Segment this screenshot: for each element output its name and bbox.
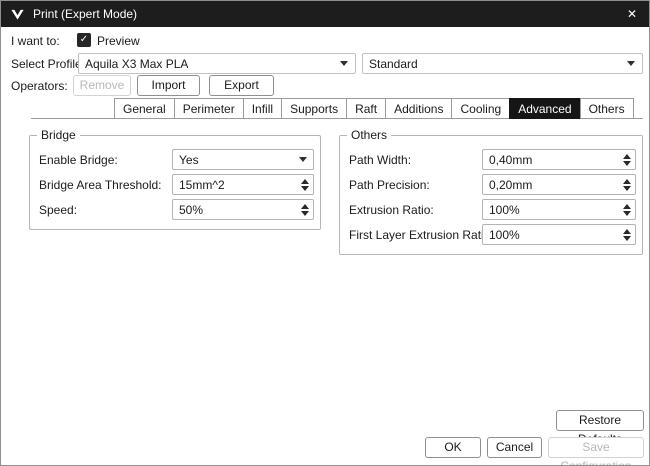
tab-raft[interactable]: Raft: [346, 98, 386, 119]
bridge-group: Bridge Enable Bridge: Yes Bridge Area Th…: [29, 135, 321, 230]
others-group: Others Path Width: 0,40mm Path Precision…: [339, 135, 643, 255]
path-precision-spinner[interactable]: 0,20mm: [482, 174, 636, 195]
profile-dropdown[interactable]: Aquila X3 Max PLA: [78, 53, 356, 74]
path-width-label: Path Width:: [349, 153, 411, 167]
titlebar: Print (Expert Mode) ✕: [1, 1, 649, 27]
bridge-area-threshold-label: Bridge Area Threshold:: [39, 178, 162, 192]
import-button[interactable]: Import: [137, 75, 200, 96]
spin-down-icon[interactable]: [623, 186, 631, 191]
close-icon[interactable]: ✕: [615, 1, 649, 27]
spinner-buttons[interactable]: [619, 200, 635, 219]
extrusion-ratio-spinner[interactable]: 100%: [482, 199, 636, 220]
spinner-buttons[interactable]: [619, 225, 635, 244]
bridge-area-threshold-spinner[interactable]: 15mm^2: [172, 174, 314, 195]
material-dropdown[interactable]: Standard: [362, 53, 643, 74]
cancel-button[interactable]: Cancel: [487, 437, 542, 458]
path-precision-value: 0,20mm: [483, 178, 619, 192]
print-expert-mode-dialog: Print (Expert Mode) ✕ I want to: Preview…: [0, 0, 650, 466]
tab-general[interactable]: General: [114, 98, 175, 119]
settings-tabbar: General Perimeter Infill Supports Raft A…: [114, 98, 634, 119]
window-title: Print (Expert Mode): [33, 7, 137, 21]
tab-advanced[interactable]: Advanced: [509, 98, 580, 119]
spin-down-icon[interactable]: [301, 186, 309, 191]
spin-up-icon[interactable]: [623, 179, 631, 184]
spin-up-icon[interactable]: [301, 179, 309, 184]
enable-bridge-dropdown[interactable]: Yes: [172, 149, 314, 170]
others-group-title: Others: [347, 128, 391, 142]
tab-perimeter[interactable]: Perimeter: [174, 98, 244, 119]
tab-others[interactable]: Others: [580, 98, 634, 119]
save-configuration-button[interactable]: Save Configuration: [548, 437, 644, 458]
select-profile-label: Select Profile:: [11, 57, 85, 71]
bridge-group-title: Bridge: [37, 128, 80, 142]
first-layer-extrusion-ratio-label: First Layer Extrusion Ratio:: [349, 228, 494, 242]
first-layer-extrusion-ratio-value: 100%: [483, 228, 619, 242]
preview-checkbox[interactable]: [77, 33, 91, 47]
spin-up-icon[interactable]: [623, 204, 631, 209]
spin-down-icon[interactable]: [623, 236, 631, 241]
tab-infill[interactable]: Infill: [243, 98, 282, 119]
profile-value: Aquila X3 Max PLA: [85, 57, 188, 71]
path-precision-label: Path Precision:: [349, 178, 430, 192]
spinner-buttons[interactable]: [297, 175, 313, 194]
chevron-down-icon: [340, 61, 348, 66]
speed-label: Speed:: [39, 203, 77, 217]
path-width-spinner[interactable]: 0,40mm: [482, 149, 636, 170]
export-button[interactable]: Export: [209, 75, 274, 96]
spin-up-icon[interactable]: [301, 204, 309, 209]
tab-supports[interactable]: Supports: [281, 98, 347, 119]
operators-label: Operators:: [11, 79, 68, 93]
spinner-buttons[interactable]: [619, 175, 635, 194]
app-logo-icon: [10, 7, 25, 22]
spin-down-icon[interactable]: [301, 211, 309, 216]
ok-button[interactable]: OK: [425, 437, 481, 458]
spin-down-icon[interactable]: [623, 161, 631, 166]
spin-up-icon[interactable]: [623, 229, 631, 234]
chevron-down-icon: [299, 157, 307, 162]
chevron-down-icon: [627, 61, 635, 66]
enable-bridge-value: Yes: [173, 153, 299, 167]
bridge-area-threshold-value: 15mm^2: [173, 178, 297, 192]
extrusion-ratio-label: Extrusion Ratio:: [349, 203, 434, 217]
enable-bridge-label: Enable Bridge:: [39, 153, 118, 167]
speed-value: 50%: [173, 203, 297, 217]
spinner-buttons[interactable]: [297, 200, 313, 219]
restore-defaults-button[interactable]: Restore Defaults: [556, 410, 644, 431]
remove-button[interactable]: Remove: [73, 75, 131, 96]
tab-cooling[interactable]: Cooling: [451, 98, 510, 119]
speed-spinner[interactable]: 50%: [172, 199, 314, 220]
spin-up-icon[interactable]: [623, 154, 631, 159]
preview-label: Preview: [97, 34, 140, 48]
i-want-to-label: I want to:: [11, 34, 60, 48]
spin-down-icon[interactable]: [623, 211, 631, 216]
material-value: Standard: [369, 57, 418, 71]
first-layer-extrusion-ratio-spinner[interactable]: 100%: [482, 224, 636, 245]
tab-additions[interactable]: Additions: [385, 98, 452, 119]
spinner-buttons[interactable]: [619, 150, 635, 169]
path-width-value: 0,40mm: [483, 153, 619, 167]
extrusion-ratio-value: 100%: [483, 203, 619, 217]
